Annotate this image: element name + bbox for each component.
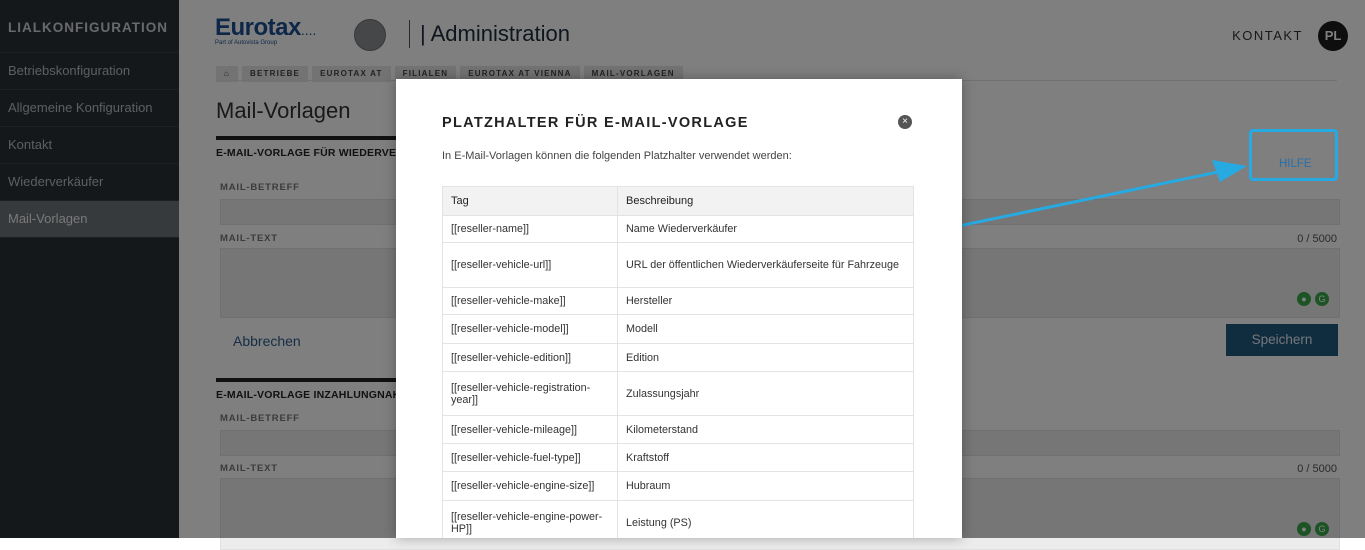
table-row: [[reseller-vehicle-engine-size]] Hubraum (442, 471, 914, 501)
tag-cell: [[reseller-vehicle-model]] (442, 314, 618, 344)
tag-cell: [[reseller-vehicle-mileage]] (442, 415, 618, 444)
description-cell: Edition (617, 343, 914, 372)
table-row: [[reseller-vehicle-mileage]] Kilometerst… (442, 415, 914, 444)
tag-cell: [[reseller-vehicle-registration-year]] (442, 371, 618, 416)
description-cell: Name Wiederverkäufer (617, 215, 914, 243)
placeholder-table: Tag Beschreibung [[reseller-name]] Name … (442, 186, 914, 538)
modal-title: PLATZHALTER FÜR E-MAIL-VORLAGE (442, 115, 749, 131)
table-header-row: Tag Beschreibung (442, 186, 914, 216)
description-cell: URL der öffentlichen Wiederverkäuferseit… (617, 242, 914, 288)
description-cell: Zulassungsjahr (617, 371, 914, 416)
description-cell: Hubraum (617, 471, 914, 501)
description-cell: Kraftstoff (617, 443, 914, 472)
tag-cell: [[reseller-vehicle-engine-size]] (442, 471, 618, 501)
close-icon[interactable]: × (898, 115, 912, 129)
help-highlight-box (1249, 129, 1338, 181)
table-row: [[reseller-name]] Name Wiederverkäufer (442, 215, 914, 243)
placeholder-modal: PLATZHALTER FÜR E-MAIL-VORLAGE × In E-Ma… (396, 79, 962, 538)
table-row: [[reseller-vehicle-model]] Modell (442, 314, 914, 344)
tag-cell: [[reseller-vehicle-url]] (442, 242, 618, 288)
description-cell: Leistung (PS) (617, 500, 914, 538)
tag-cell: [[reseller-vehicle-engine-power-HP]] (442, 500, 618, 538)
tag-cell: [[reseller-name]] (442, 215, 618, 243)
tag-cell: [[reseller-vehicle-make]] (442, 287, 618, 315)
tag-cell: [[reseller-vehicle-edition]] (442, 343, 618, 372)
tag-cell: [[reseller-vehicle-fuel-type]] (442, 443, 618, 472)
column-header-beschreibung: Beschreibung (617, 186, 914, 216)
table-row: [[reseller-vehicle-make]] Hersteller (442, 287, 914, 315)
table-row: [[reseller-vehicle-url]] URL der öffentl… (442, 242, 914, 288)
column-header-tag: Tag (442, 186, 618, 216)
table-row: [[reseller-vehicle-registration-year]] Z… (442, 371, 914, 416)
description-cell: Modell (617, 314, 914, 344)
table-row: [[reseller-vehicle-fuel-type]] Kraftstof… (442, 443, 914, 472)
description-cell: Hersteller (617, 287, 914, 315)
description-cell: Kilometerstand (617, 415, 914, 444)
modal-intro-text: In E-Mail-Vorlagen können die folgenden … (442, 150, 792, 162)
table-row: [[reseller-vehicle-engine-power-HP]] Lei… (442, 500, 914, 538)
table-row: [[reseller-vehicle-edition]] Edition (442, 343, 914, 372)
